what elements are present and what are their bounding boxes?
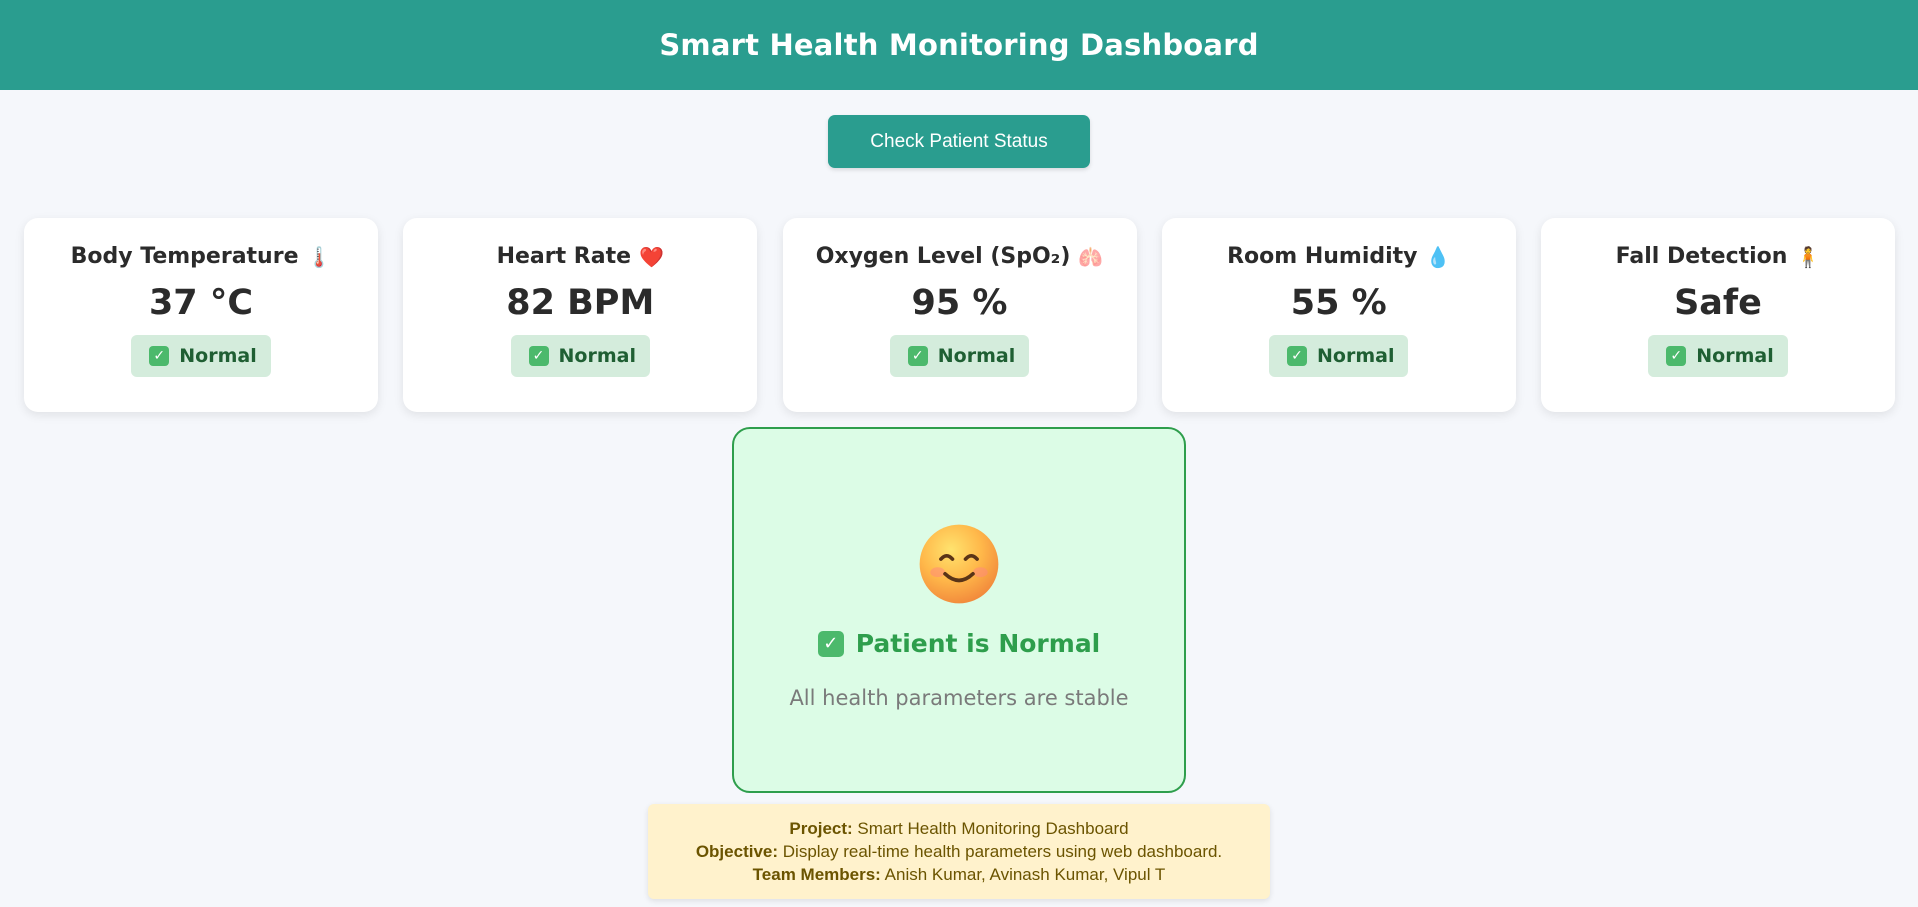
check-mark-icon: ✓: [817, 630, 844, 657]
check-mark-icon: ✓: [528, 346, 549, 366]
lungs-icon: 🫁: [1078, 244, 1104, 269]
status-badge-label: Normal: [1696, 345, 1774, 367]
objective-label: Objective:: [695, 842, 779, 861]
check-mark-icon: ✓: [149, 346, 170, 366]
card-title: Oxygen Level (SpO₂) 🫁: [816, 244, 1104, 269]
header-bar: Smart Health Monitoring Dashboard: [0, 0, 1918, 90]
card-title-text: Room Humidity: [1227, 244, 1418, 269]
status-badge: ✓ Normal: [889, 335, 1030, 377]
project-info-box: Project: Smart Health Monitoring Dashboa…: [648, 804, 1270, 899]
card-room-humidity: Room Humidity 💧 55 % ✓ Normal: [1161, 218, 1516, 412]
action-bar: Check Patient Status: [0, 115, 1918, 168]
objective-line: Objective: Display real-time health para…: [696, 840, 1222, 863]
card-title-text: Body Temperature: [70, 244, 299, 269]
objective-value: Display real-time health parameters usin…: [782, 842, 1223, 861]
card-value: 55 %: [1290, 283, 1387, 323]
card-value: 95 %: [911, 283, 1008, 323]
status-badge: ✓ Normal: [510, 335, 650, 377]
card-title-text: Heart Rate: [496, 244, 632, 269]
check-patient-status-button[interactable]: Check Patient Status: [828, 115, 1090, 168]
heart-icon: ❤️: [639, 244, 664, 269]
status-badge: ✓ Normal: [131, 335, 271, 377]
status-badge-label: Normal: [558, 345, 636, 367]
project-label: Project:: [789, 819, 853, 838]
card-heart-rate: Heart Rate ❤️ 82 BPM ✓ Normal: [403, 218, 758, 412]
patient-status-panel: ✓ Patient is Normal All health parameter…: [732, 427, 1186, 793]
check-mark-icon: ✓: [1666, 346, 1687, 366]
project-value: Smart Health Monitoring Dashboard: [857, 819, 1129, 838]
card-title-text: Fall Detection: [1615, 244, 1788, 269]
team-label: Team Members:: [752, 865, 881, 884]
droplet-icon: 💧: [1425, 244, 1451, 269]
card-title: Heart Rate ❤️: [497, 244, 664, 269]
status-badge-label: Normal: [179, 345, 257, 367]
standing-person-icon: 🧍: [1795, 244, 1821, 269]
status-badge: ✓ Normal: [1648, 335, 1788, 377]
card-value: 37 °C: [148, 283, 254, 323]
card-body-temperature: Body Temperature 🌡️ 37 °C ✓ Normal: [24, 218, 378, 412]
status-badge-label: Normal: [937, 345, 1016, 367]
card-title: Body Temperature 🌡️: [71, 244, 332, 269]
card-value: 82 BPM: [506, 283, 655, 323]
patient-status-text: Patient is Normal: [855, 629, 1101, 658]
project-line: Project: Smart Health Monitoring Dashboa…: [789, 817, 1128, 840]
card-fall-detection: Fall Detection 🧍 Safe ✓ Normal: [1541, 218, 1895, 412]
vitals-cards: Body Temperature 🌡️ 37 °C ✓ Normal Heart…: [24, 218, 1895, 412]
check-mark-icon: ✓: [1287, 346, 1308, 366]
team-line: Team Members: Anish Kumar, Avinash Kumar…: [753, 863, 1166, 886]
card-title: Room Humidity 💧: [1227, 244, 1450, 269]
check-mark-icon: ✓: [907, 346, 928, 366]
patient-status-title: ✓ Patient is Normal: [817, 629, 1101, 658]
card-title: Fall Detection 🧍: [1616, 244, 1821, 269]
status-badge: ✓ Normal: [1269, 335, 1409, 377]
status-badge-label: Normal: [1317, 345, 1395, 367]
thermometer-icon: 🌡️: [306, 244, 332, 269]
team-value: Anish Kumar, Avinash Kumar, Vipul T: [884, 865, 1166, 884]
card-value: Safe: [1674, 283, 1762, 323]
card-title-text: Oxygen Level (SpO₂): [815, 244, 1071, 269]
card-oxygen-level: Oxygen Level (SpO₂) 🫁 95 % ✓ Normal: [782, 218, 1137, 412]
smiling-face-icon: [919, 524, 999, 604]
patient-status-subtitle: All health parameters are stable: [789, 686, 1129, 710]
page-title: Smart Health Monitoring Dashboard: [659, 28, 1259, 62]
